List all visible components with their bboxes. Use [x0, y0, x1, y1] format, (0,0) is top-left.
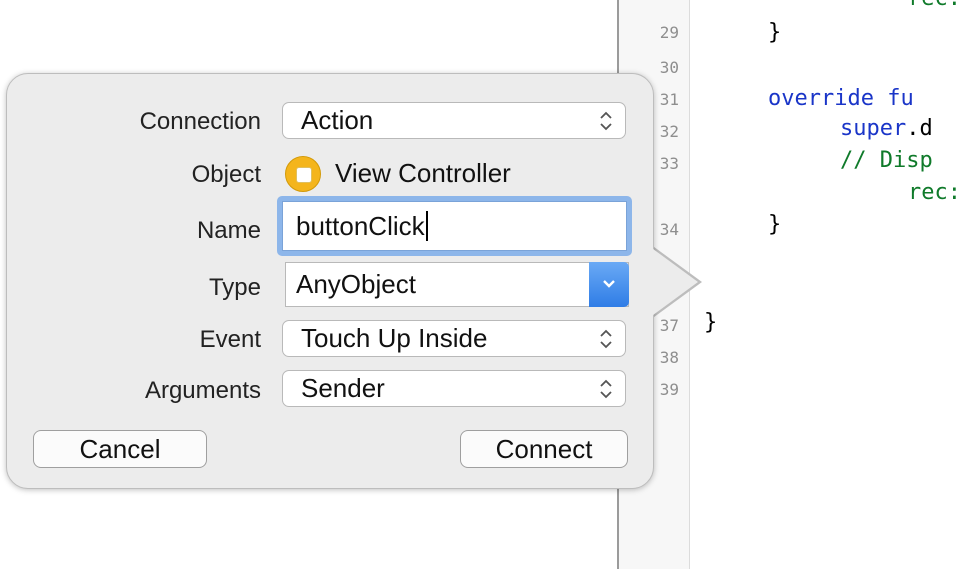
code-super-call: super.d [840, 116, 933, 141]
type-label: Type [208, 274, 261, 301]
line-number: 34 [659, 220, 679, 239]
popover-arrow-fill [649, 246, 698, 318]
line-number: 31 [659, 90, 679, 109]
type-value: AnyObject [296, 269, 416, 299]
line-number: 38 [659, 348, 679, 367]
line-number: 32 [659, 122, 679, 141]
line-number: 39 [659, 380, 679, 399]
chevron-up-down-icon [599, 378, 613, 400]
text-caret [425, 211, 428, 241]
line-number: 30 [659, 58, 679, 77]
code-override-func: override fu [768, 86, 914, 111]
code-super-keyword: super [840, 116, 907, 141]
cancel-button[interactable]: Cancel [33, 430, 207, 468]
chevron-up-down-icon [599, 328, 613, 350]
connection-popup[interactable]: Action [282, 102, 626, 139]
view-controller-icon [285, 156, 321, 192]
connection-label: Connection [139, 108, 261, 135]
code-closing-brace: } [768, 212, 782, 237]
name-input[interactable]: buttonClick [282, 201, 627, 251]
code-closing-brace: } [768, 20, 782, 45]
chevron-up-down-icon [599, 110, 613, 132]
code-comment: // Disp [840, 148, 933, 173]
line-number: 33 [659, 154, 679, 173]
arguments-popup[interactable]: Sender [282, 370, 626, 407]
event-popup[interactable]: Touch Up Inside [282, 320, 626, 357]
code-fragment-top: rec: [908, 0, 961, 11]
type-combo-box[interactable]: AnyObject [285, 262, 629, 307]
event-value: Touch Up Inside [301, 323, 488, 353]
event-label: Event [199, 326, 261, 353]
arguments-value: Sender [301, 373, 385, 403]
object-value: View Controller [335, 158, 511, 188]
object-label: Object [191, 161, 261, 188]
code-super-rest: .d [906, 116, 933, 141]
connection-value: Action [301, 105, 374, 135]
connect-button[interactable]: Connect [460, 430, 628, 468]
name-label: Name [196, 217, 261, 244]
code-comment-continued: rec: [908, 180, 961, 205]
chevron-down-icon [603, 280, 615, 288]
code-closing-brace: } [704, 310, 718, 335]
type-dropdown-button[interactable] [589, 262, 629, 307]
line-number: 29 [659, 23, 679, 42]
name-value: buttonClick [296, 210, 425, 241]
arguments-label: Arguments [144, 377, 261, 404]
